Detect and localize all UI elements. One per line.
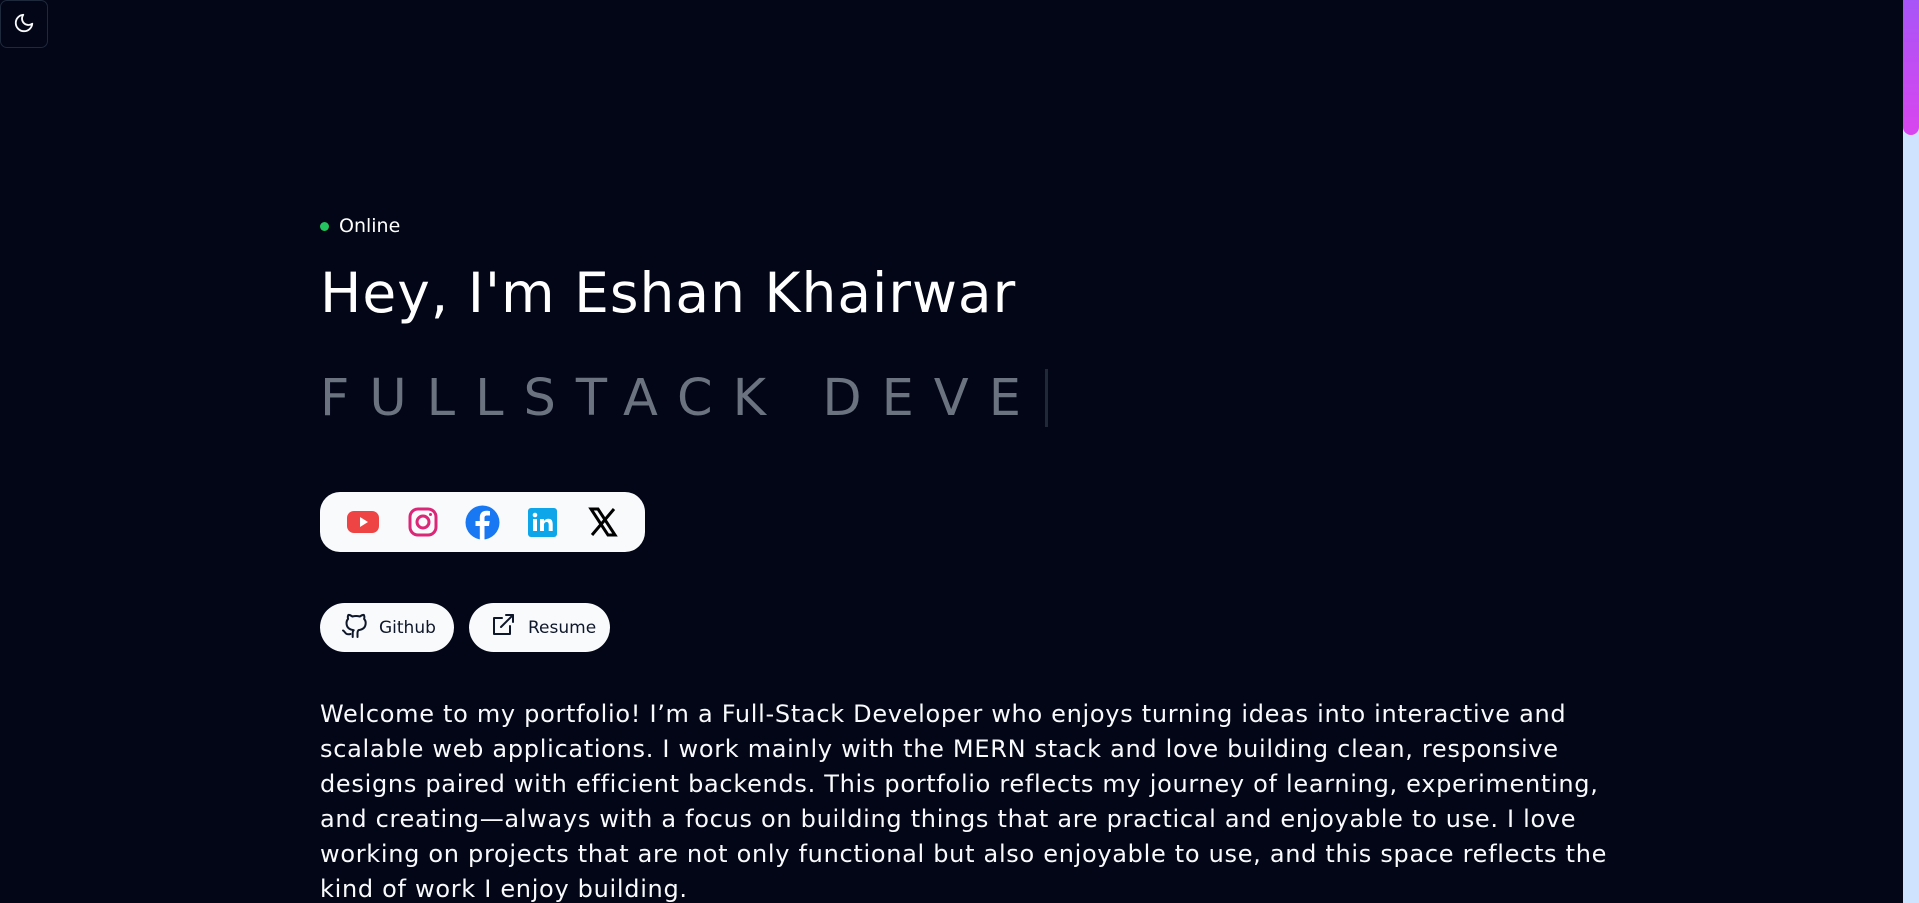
- online-dot-icon: [320, 221, 329, 231]
- scrollbar-thumb[interactable]: [1903, 0, 1919, 135]
- scrollbar-track[interactable]: [1903, 0, 1919, 903]
- typed-role-line: FULLSTACK DEVE: [320, 363, 1600, 433]
- hero-title: Hey, I'm Eshan Khairwar: [320, 261, 1017, 325]
- profile-actions: Github Resume: [320, 603, 1600, 652]
- instagram-icon[interactable]: [405, 505, 440, 540]
- linkedin-icon[interactable]: [525, 505, 560, 540]
- moon-icon: [13, 12, 35, 37]
- x-icon[interactable]: [585, 505, 620, 540]
- portfolio-page: Online Hey, I'm Eshan Khairwar FULLSTACK…: [0, 0, 1919, 903]
- typing-cursor: [1044, 369, 1048, 427]
- online-status-label: Online: [339, 215, 401, 237]
- github-icon: [340, 611, 368, 644]
- online-status: Online: [320, 214, 1600, 238]
- hero-section: Online Hey, I'm Eshan Khairwar FULLSTACK…: [320, 214, 1606, 903]
- resume-button[interactable]: Resume: [469, 603, 610, 652]
- resume-button-label: Resume: [528, 617, 597, 638]
- facebook-icon[interactable]: [465, 505, 500, 540]
- github-button-label: Github: [379, 617, 436, 638]
- typed-role-text: FULLSTACK DEVE: [320, 368, 1041, 428]
- github-button[interactable]: Github: [320, 603, 454, 652]
- youtube-icon[interactable]: [345, 505, 380, 540]
- external-link-icon: [489, 611, 517, 644]
- intro-paragraph: Welcome to my portfolio! I’m a Full-Stac…: [320, 700, 1608, 903]
- social-links: [320, 492, 645, 552]
- theme-toggle-button[interactable]: [0, 0, 48, 48]
